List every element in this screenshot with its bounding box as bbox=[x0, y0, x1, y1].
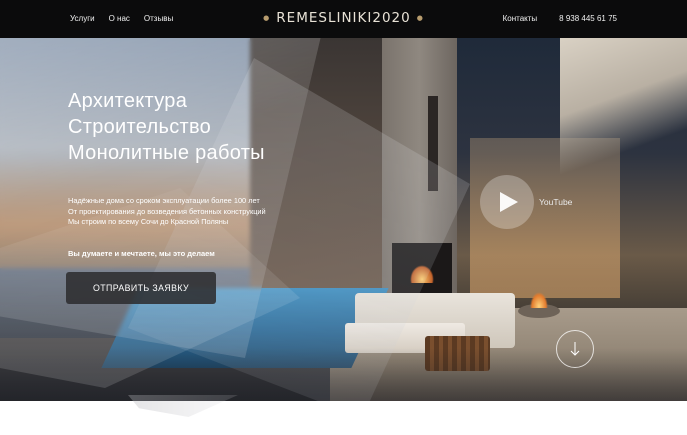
brand-dot-right: ● bbox=[416, 14, 424, 22]
contact-nav: Контакты 8 938 445 61 75 bbox=[503, 14, 617, 23]
headline-line: Архитектура bbox=[68, 90, 188, 112]
submit-request-button[interactable]: ОТПРАВИТЬ ЗАЯВКУ bbox=[66, 272, 216, 304]
description-line: Надёжные дома со сроком эксплуатации бол… bbox=[68, 196, 260, 205]
hero-bg-roof bbox=[560, 38, 687, 188]
page-below-hero bbox=[0, 401, 687, 435]
hero-headline: Архитектура Строительство Монолитные раб… bbox=[68, 88, 265, 166]
arrow-down-icon bbox=[570, 342, 580, 356]
brand-dot-left: ● bbox=[263, 14, 271, 22]
brand-name: REMESLINIKI2020 bbox=[276, 10, 411, 26]
phone-number[interactable]: 8 938 445 61 75 bbox=[559, 14, 617, 23]
headline-line: Монолитные работы bbox=[68, 142, 265, 164]
hero-tagline: Вы думаете и мечтаете, мы это делаем bbox=[68, 249, 215, 258]
scroll-down-button[interactable] bbox=[556, 330, 594, 368]
youtube-label[interactable]: YouTube bbox=[539, 197, 572, 207]
headline-line: Строительство bbox=[68, 116, 212, 138]
hero-description: Надёжные дома со сроком эксплуатации бол… bbox=[68, 196, 266, 228]
description-line: Мы строим по всему Сочи до Красной Полян… bbox=[68, 217, 229, 226]
description-line: От проектирования до возведения бетонных… bbox=[68, 206, 266, 216]
hero-bg-firepit bbox=[518, 292, 560, 318]
play-icon bbox=[500, 192, 518, 212]
hero-section: Архитектура Строительство Монолитные раб… bbox=[0, 38, 687, 401]
nav-item-contacts[interactable]: Контакты bbox=[503, 14, 538, 23]
video-play-button[interactable] bbox=[480, 175, 534, 229]
top-bar: Услуги О нас Отзывы ● REMESLINIKI2020 ● Ко… bbox=[0, 0, 687, 38]
